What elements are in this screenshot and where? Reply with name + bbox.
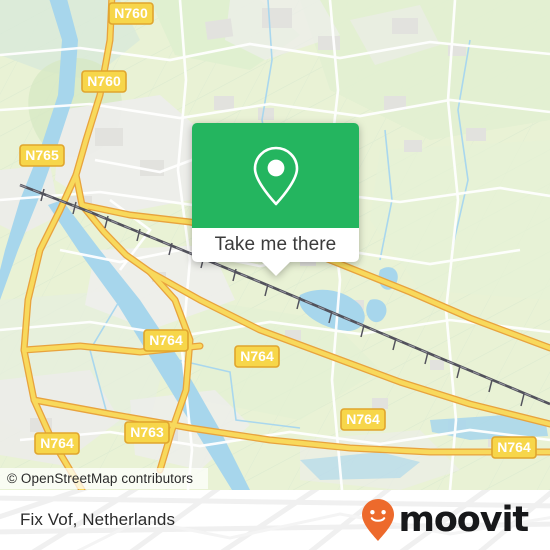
svg-text:N764: N764 — [149, 332, 183, 348]
svg-text:N764: N764 — [240, 348, 274, 364]
road-shield: N760 — [108, 2, 154, 25]
svg-text:N764: N764 — [497, 439, 531, 455]
road-shield: N764 — [143, 329, 189, 352]
moovit-place-card-screen: N760 N760 N765 N764 N764 N764 N763 N764 … — [0, 0, 550, 550]
osm-attribution[interactable]: © OpenStreetMap contributors — [0, 468, 208, 489]
take-me-there-label: Take me there — [214, 234, 337, 255]
moovit-wordmark: moovit — [398, 499, 529, 540]
road-shield: N764 — [34, 432, 80, 455]
map-canvas[interactable]: N760 N760 N765 N764 N764 N764 N763 N764 … — [0, 0, 550, 490]
road-shield: N764 — [234, 345, 280, 368]
road-shield: N763 — [124, 421, 170, 444]
osm-attribution-text: © OpenStreetMap contributors — [7, 471, 194, 486]
moovit-smiley-pin-icon — [362, 499, 395, 541]
svg-text:N760: N760 — [87, 73, 121, 89]
place-name: Fix Vof, Netherlands — [20, 510, 176, 529]
moovit-logo[interactable]: moovit — [360, 498, 529, 542]
callout-tail — [261, 262, 290, 276]
card-icon-area — [192, 123, 359, 228]
take-me-there-button[interactable]: Take me there — [192, 228, 359, 276]
road-shield: N765 — [19, 144, 65, 167]
road-shield: N764 — [340, 408, 386, 431]
map-pin-icon — [253, 146, 298, 205]
svg-text:N764: N764 — [40, 435, 74, 451]
road-shield: N764 — [491, 436, 537, 459]
svg-text:N763: N763 — [130, 424, 164, 440]
place-callout-card[interactable]: Take me there — [192, 123, 359, 276]
road-shield: N760 — [81, 70, 127, 93]
svg-text:N760: N760 — [114, 5, 148, 21]
svg-text:N764: N764 — [346, 411, 380, 427]
svg-text:N765: N765 — [25, 147, 59, 163]
footer-bar: Fix Vof, Netherlands moovit — [0, 490, 550, 550]
